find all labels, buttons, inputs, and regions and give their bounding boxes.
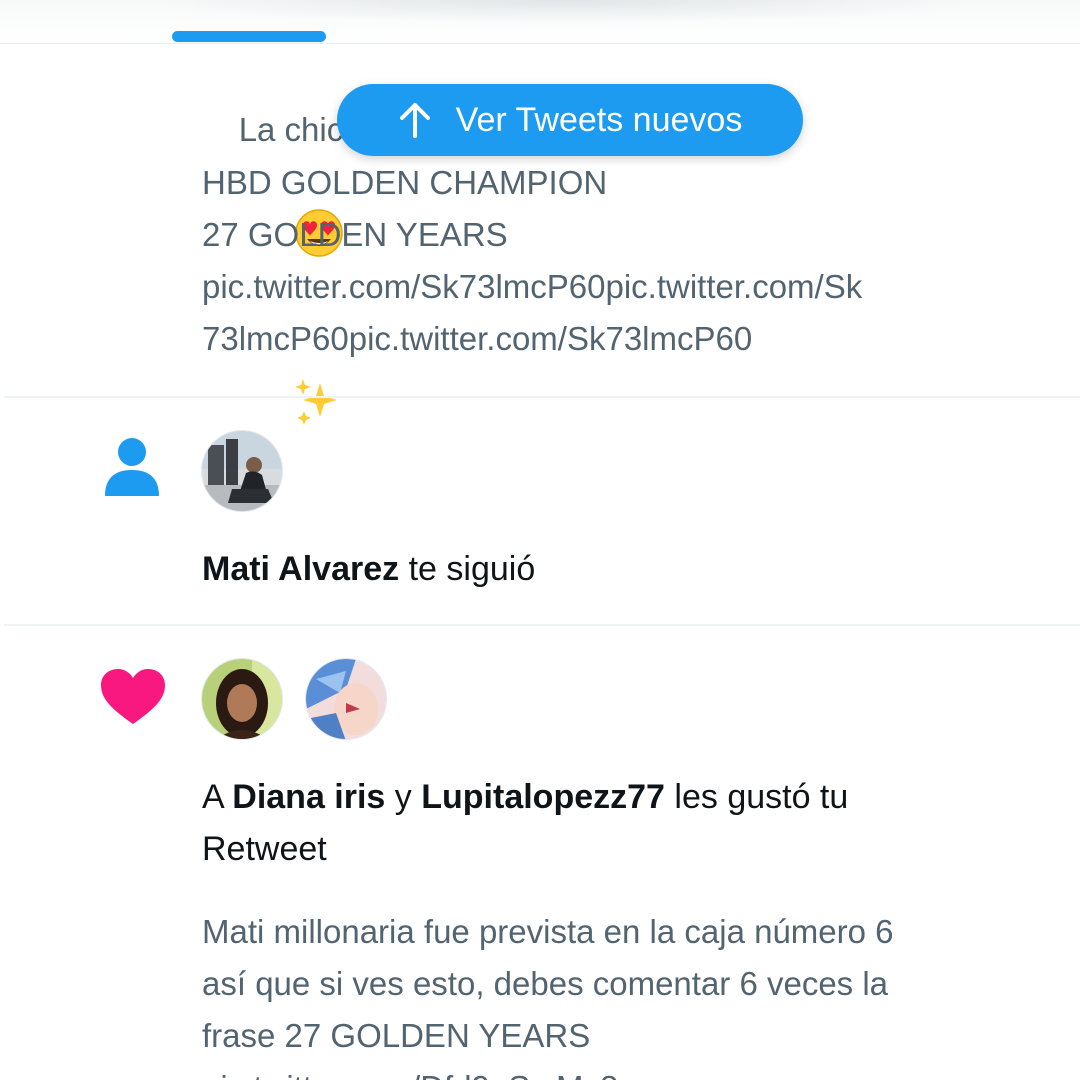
- new-tweets-label: Ver Tweets nuevos: [455, 100, 743, 139]
- heart-icon: [100, 668, 166, 731]
- liked-tweet-line3: frase 27 GOLDEN YEARS: [202, 1017, 591, 1054]
- like-conjunction: y: [394, 778, 412, 816]
- active-tab-indicator[interactable]: [172, 31, 326, 42]
- person-icon: [104, 436, 160, 503]
- avatar-mati-alvarez[interactable]: [201, 430, 283, 512]
- tweet-link-line2[interactable]: 73lmcP60pic.twitter.com/Sk73lmcP60: [202, 313, 1032, 365]
- notifications-page: La chica de los 27 está bien preciosa HB…: [0, 0, 1080, 1080]
- arrow-up-icon: [399, 103, 430, 138]
- follow-action-text: te siguió: [408, 550, 536, 588]
- row-divider: [4, 624, 1080, 626]
- liker-name-1[interactable]: Diana iris: [232, 778, 385, 816]
- liked-tweet-line1: Mati millonaria fue prevista en la caja …: [202, 913, 894, 950]
- tweet-text-line3: 27 GOLDEN YEARS: [202, 216, 508, 253]
- liked-tweet-line2: así que si ves esto, debes comentar 6 ve…: [202, 965, 889, 1002]
- like-action-text: les gustó tu: [674, 778, 849, 816]
- tab-bar: [0, 0, 1080, 44]
- tweet-text-line2: HBD GOLDEN CHAMPION: [202, 164, 608, 201]
- follower-name[interactable]: Mati Alvarez: [202, 550, 399, 588]
- liker-name-2[interactable]: Lupitalopezz77: [421, 778, 665, 816]
- avatar-diana-iris[interactable]: [201, 658, 283, 740]
- row-divider: [4, 396, 1080, 398]
- like-prefix: A: [202, 778, 223, 816]
- like-notification-text-2: Retweet: [202, 830, 327, 868]
- tab-shadow: [150, 0, 980, 24]
- liked-tweet-link[interactable]: pic.twitter.com/Dfd9uSz Mx8: [202, 1062, 1032, 1080]
- avatar-lupitalopezz77[interactable]: [305, 658, 387, 740]
- tweet-link-line1[interactable]: pic.twitter.com/Sk73lmcP60pic.twitter.co…: [202, 261, 1032, 313]
- new-tweets-button[interactable]: Ver Tweets nuevos: [337, 84, 803, 156]
- follow-notification-text[interactable]: Mati Alvarez te siguió: [202, 543, 1032, 595]
- like-notification-text[interactable]: A Diana iris y Lupitalopezz77 les gustó …: [202, 771, 1032, 823]
